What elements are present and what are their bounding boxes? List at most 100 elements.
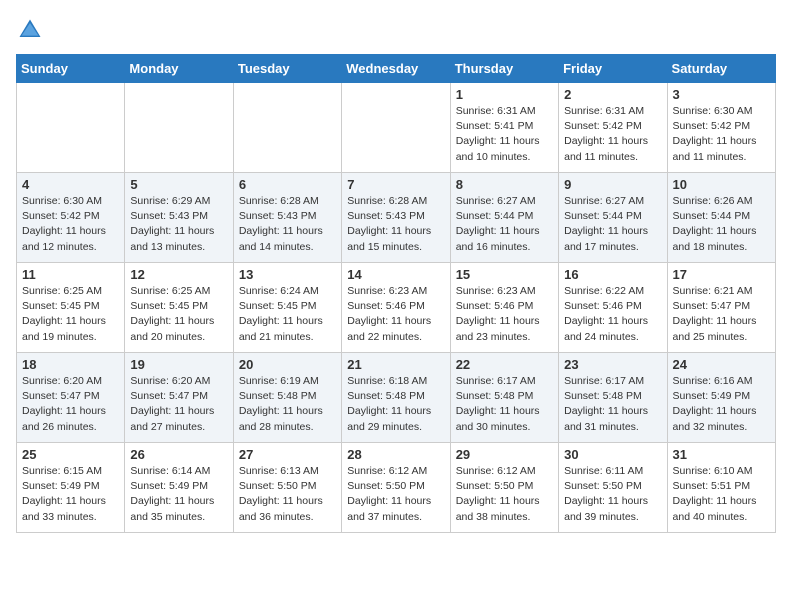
day-number: 15 bbox=[456, 267, 553, 282]
day-info: Sunrise: 6:28 AM Sunset: 5:43 PM Dayligh… bbox=[239, 194, 336, 255]
day-info: Sunrise: 6:23 AM Sunset: 5:46 PM Dayligh… bbox=[456, 284, 553, 345]
day-number: 14 bbox=[347, 267, 444, 282]
day-number: 16 bbox=[564, 267, 661, 282]
day-info: Sunrise: 6:30 AM Sunset: 5:42 PM Dayligh… bbox=[673, 104, 770, 165]
day-info: Sunrise: 6:25 AM Sunset: 5:45 PM Dayligh… bbox=[22, 284, 119, 345]
calendar-cell: 7 Sunrise: 6:28 AM Sunset: 5:43 PM Daylig… bbox=[342, 173, 450, 263]
day-info: Sunrise: 6:27 AM Sunset: 5:44 PM Dayligh… bbox=[564, 194, 661, 255]
calendar-header-row: SundayMondayTuesdayWednesdayThursdayFrid… bbox=[17, 55, 776, 83]
day-info: Sunrise: 6:10 AM Sunset: 5:51 PM Dayligh… bbox=[673, 464, 770, 525]
calendar-cell: 8 Sunrise: 6:27 AM Sunset: 5:44 PM Daylig… bbox=[450, 173, 558, 263]
day-info: Sunrise: 6:30 AM Sunset: 5:42 PM Dayligh… bbox=[22, 194, 119, 255]
calendar-cell: 31Sunrise: 6:10 AM Sunset: 5:51 PM Dayli… bbox=[667, 443, 775, 533]
calendar-cell: 21Sunrise: 6:18 AM Sunset: 5:48 PM Dayli… bbox=[342, 353, 450, 443]
calendar-cell: 4 Sunrise: 6:30 AM Sunset: 5:42 PM Daylig… bbox=[17, 173, 125, 263]
calendar-cell: 13 Sunrise: 6:24 AM Sunset: 5:45 PM Dayli… bbox=[233, 263, 341, 353]
day-number: 27 bbox=[239, 447, 336, 462]
day-number: 30 bbox=[564, 447, 661, 462]
calendar-cell: 15 Sunrise: 6:23 AM Sunset: 5:46 PM Dayli… bbox=[450, 263, 558, 353]
calendar-cell: 22 Sunrise: 6:17 AM Sunset: 5:48 PM Dayli… bbox=[450, 353, 558, 443]
day-info: Sunrise: 6:31 AM Sunset: 5:41 PM Dayligh… bbox=[456, 104, 553, 165]
day-number: 6 bbox=[239, 177, 336, 192]
day-info: Sunrise: 6:20 AM Sunset: 5:47 PM Dayligh… bbox=[22, 374, 119, 435]
calendar-cell: 2 Sunrise: 6:31 AM Sunset: 5:42 PM Daylig… bbox=[559, 83, 667, 173]
calendar-cell: 14 Sunrise: 6:23 AM Sunset: 5:46 PM Dayli… bbox=[342, 263, 450, 353]
day-number: 17 bbox=[673, 267, 770, 282]
calendar-cell: 11Sunrise: 6:25 AM Sunset: 5:45 PM Dayli… bbox=[17, 263, 125, 353]
day-info: Sunrise: 6:11 AM Sunset: 5:50 PM Dayligh… bbox=[564, 464, 661, 525]
day-info: Sunrise: 6:12 AM Sunset: 5:50 PM Dayligh… bbox=[347, 464, 444, 525]
calendar-cell bbox=[342, 83, 450, 173]
day-number: 13 bbox=[239, 267, 336, 282]
day-info: Sunrise: 6:20 AM Sunset: 5:47 PM Dayligh… bbox=[130, 374, 227, 435]
day-number: 28 bbox=[347, 447, 444, 462]
day-number: 19 bbox=[130, 357, 227, 372]
day-info: Sunrise: 6:18 AM Sunset: 5:48 PM Dayligh… bbox=[347, 374, 444, 435]
calendar-week-2: 4 Sunrise: 6:30 AM Sunset: 5:42 PM Daylig… bbox=[17, 173, 776, 263]
day-number: 9 bbox=[564, 177, 661, 192]
calendar-cell: 29 Sunrise: 6:12 AM Sunset: 5:50 PM Dayli… bbox=[450, 443, 558, 533]
day-header-tuesday: Tuesday bbox=[233, 55, 341, 83]
calendar-cell: 25 Sunrise: 6:15 AM Sunset: 5:49 PM Dayli… bbox=[17, 443, 125, 533]
day-info: Sunrise: 6:25 AM Sunset: 5:45 PM Dayligh… bbox=[130, 284, 227, 345]
day-number: 4 bbox=[22, 177, 119, 192]
calendar-cell bbox=[125, 83, 233, 173]
logo-icon bbox=[16, 16, 44, 44]
day-info: Sunrise: 6:15 AM Sunset: 5:49 PM Dayligh… bbox=[22, 464, 119, 525]
day-info: Sunrise: 6:12 AM Sunset: 5:50 PM Dayligh… bbox=[456, 464, 553, 525]
day-info: Sunrise: 6:27 AM Sunset: 5:44 PM Dayligh… bbox=[456, 194, 553, 255]
day-header-friday: Friday bbox=[559, 55, 667, 83]
calendar-week-1: 1 Sunrise: 6:31 AM Sunset: 5:41 PM Daylig… bbox=[17, 83, 776, 173]
day-header-wednesday: Wednesday bbox=[342, 55, 450, 83]
day-number: 26 bbox=[130, 447, 227, 462]
day-info: Sunrise: 6:28 AM Sunset: 5:43 PM Dayligh… bbox=[347, 194, 444, 255]
day-number: 23 bbox=[564, 357, 661, 372]
day-info: Sunrise: 6:23 AM Sunset: 5:46 PM Dayligh… bbox=[347, 284, 444, 345]
calendar-cell: 6 Sunrise: 6:28 AM Sunset: 5:43 PM Daylig… bbox=[233, 173, 341, 263]
calendar-cell: 12 Sunrise: 6:25 AM Sunset: 5:45 PM Dayli… bbox=[125, 263, 233, 353]
day-number: 18 bbox=[22, 357, 119, 372]
day-header-sunday: Sunday bbox=[17, 55, 125, 83]
day-info: Sunrise: 6:17 AM Sunset: 5:48 PM Dayligh… bbox=[564, 374, 661, 435]
day-info: Sunrise: 6:31 AM Sunset: 5:42 PM Dayligh… bbox=[564, 104, 661, 165]
day-number: 3 bbox=[673, 87, 770, 102]
day-info: Sunrise: 6:19 AM Sunset: 5:48 PM Dayligh… bbox=[239, 374, 336, 435]
calendar-cell: 3 Sunrise: 6:30 AM Sunset: 5:42 PM Daylig… bbox=[667, 83, 775, 173]
day-number: 24 bbox=[673, 357, 770, 372]
calendar-cell: 1 Sunrise: 6:31 AM Sunset: 5:41 PM Daylig… bbox=[450, 83, 558, 173]
day-number: 7 bbox=[347, 177, 444, 192]
calendar-cell: 18 Sunrise: 6:20 AM Sunset: 5:47 PM Dayli… bbox=[17, 353, 125, 443]
calendar-body: 1 Sunrise: 6:31 AM Sunset: 5:41 PM Daylig… bbox=[17, 83, 776, 533]
calendar-cell: 17 Sunrise: 6:21 AM Sunset: 5:47 PM Dayli… bbox=[667, 263, 775, 353]
day-number: 2 bbox=[564, 87, 661, 102]
day-number: 12 bbox=[130, 267, 227, 282]
calendar-cell: 20 Sunrise: 6:19 AM Sunset: 5:48 PM Dayli… bbox=[233, 353, 341, 443]
calendar-cell bbox=[233, 83, 341, 173]
logo bbox=[16, 16, 48, 44]
day-number: 10 bbox=[673, 177, 770, 192]
page-header bbox=[16, 16, 776, 44]
day-header-saturday: Saturday bbox=[667, 55, 775, 83]
day-info: Sunrise: 6:24 AM Sunset: 5:45 PM Dayligh… bbox=[239, 284, 336, 345]
day-header-thursday: Thursday bbox=[450, 55, 558, 83]
day-number: 1 bbox=[456, 87, 553, 102]
calendar-cell: 10 Sunrise: 6:26 AM Sunset: 5:44 PM Dayli… bbox=[667, 173, 775, 263]
calendar-table: SundayMondayTuesdayWednesdayThursdayFrid… bbox=[16, 54, 776, 533]
day-info: Sunrise: 6:26 AM Sunset: 5:44 PM Dayligh… bbox=[673, 194, 770, 255]
day-info: Sunrise: 6:13 AM Sunset: 5:50 PM Dayligh… bbox=[239, 464, 336, 525]
day-number: 8 bbox=[456, 177, 553, 192]
calendar-cell bbox=[17, 83, 125, 173]
day-number: 22 bbox=[456, 357, 553, 372]
calendar-cell: 16 Sunrise: 6:22 AM Sunset: 5:46 PM Dayli… bbox=[559, 263, 667, 353]
day-number: 29 bbox=[456, 447, 553, 462]
day-info: Sunrise: 6:21 AM Sunset: 5:47 PM Dayligh… bbox=[673, 284, 770, 345]
day-info: Sunrise: 6:17 AM Sunset: 5:48 PM Dayligh… bbox=[456, 374, 553, 435]
calendar-cell: 27 Sunrise: 6:13 AM Sunset: 5:50 PM Dayli… bbox=[233, 443, 341, 533]
calendar-cell: 24Sunrise: 6:16 AM Sunset: 5:49 PM Dayli… bbox=[667, 353, 775, 443]
day-number: 20 bbox=[239, 357, 336, 372]
calendar-cell: 28 Sunrise: 6:12 AM Sunset: 5:50 PM Dayli… bbox=[342, 443, 450, 533]
calendar-cell: 9 Sunrise: 6:27 AM Sunset: 5:44 PM Daylig… bbox=[559, 173, 667, 263]
day-info: Sunrise: 6:22 AM Sunset: 5:46 PM Dayligh… bbox=[564, 284, 661, 345]
calendar-cell: 23 Sunrise: 6:17 AM Sunset: 5:48 PM Dayli… bbox=[559, 353, 667, 443]
day-number: 25 bbox=[22, 447, 119, 462]
